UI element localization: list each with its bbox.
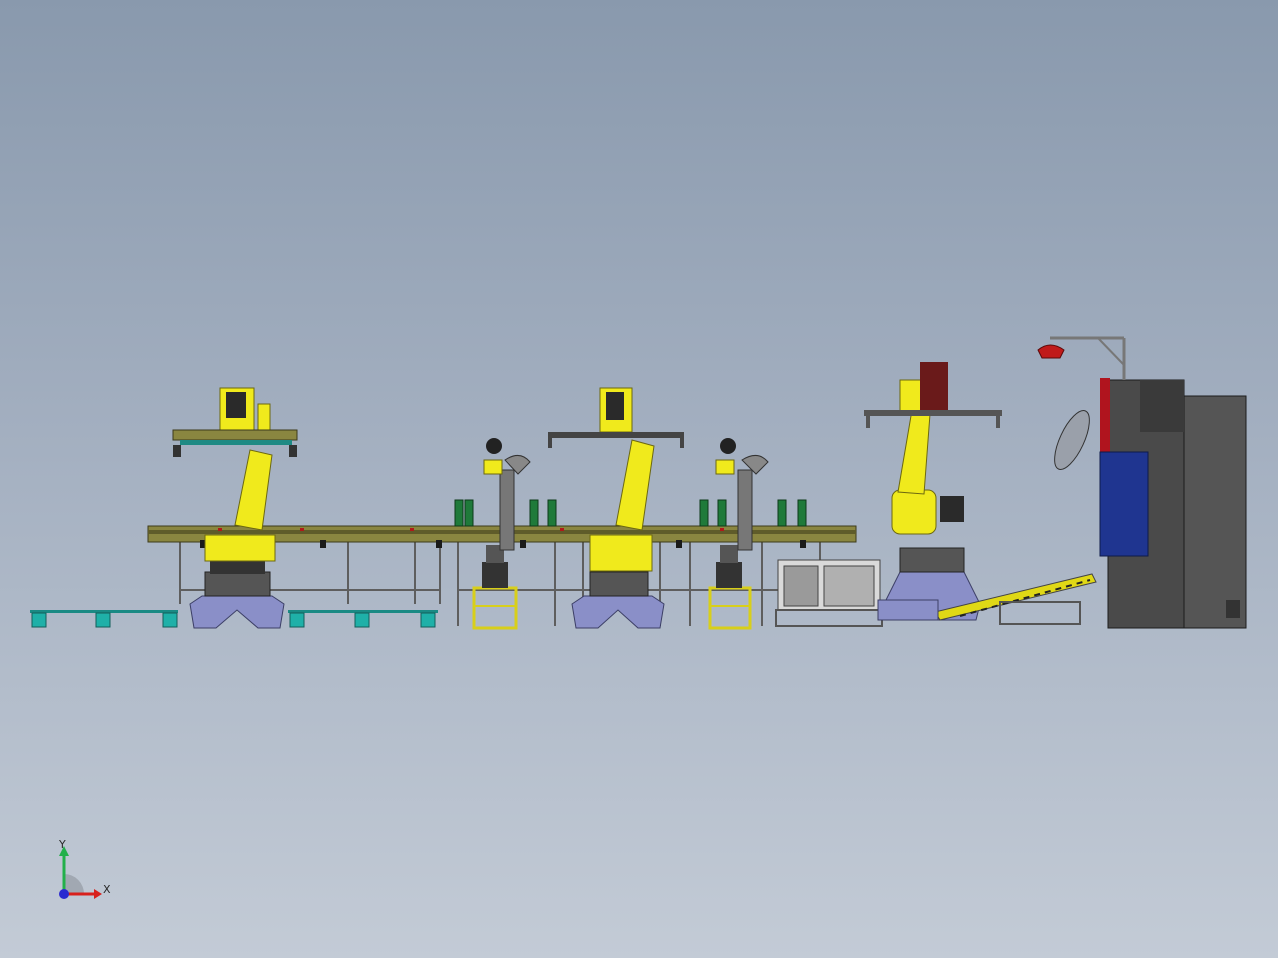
feeding-table	[775, 559, 883, 627]
palletizing-robot-2[interactable]	[548, 387, 684, 629]
coordinate-triad: Y X	[58, 838, 111, 899]
pallet-middle	[288, 610, 438, 628]
triad-x-label: X	[103, 883, 111, 896]
triad-y-label: Y	[58, 838, 66, 851]
assembly-drawing[interactable]: Y X	[0, 0, 1278, 958]
palletizing-robot-1[interactable]	[172, 387, 298, 629]
roller-group-2	[699, 499, 807, 527]
loading-robot-3[interactable]	[864, 362, 1002, 621]
overhead-light	[1037, 336, 1126, 380]
pallet-left	[30, 610, 178, 628]
cad-viewport[interactable]: Y X	[0, 0, 1278, 958]
press-brake[interactable]	[1048, 378, 1247, 629]
